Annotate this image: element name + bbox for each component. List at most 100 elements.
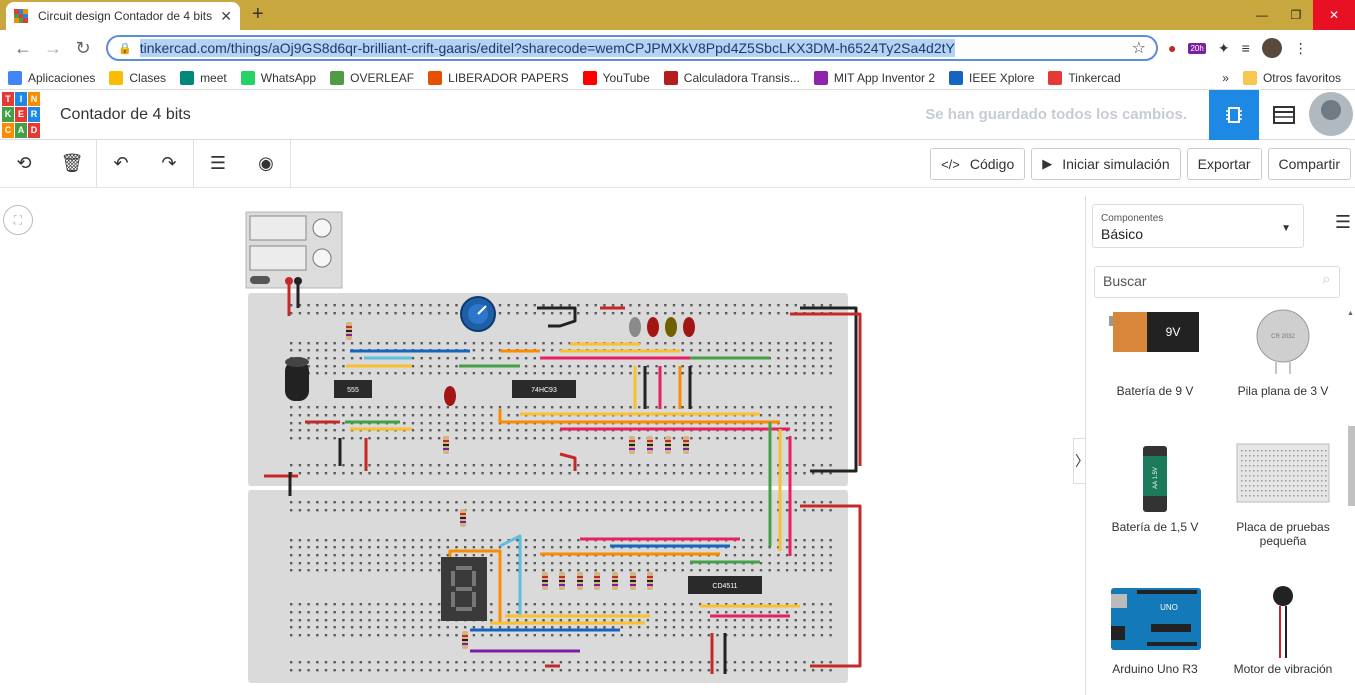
code-button[interactable]: </> Código	[930, 148, 1026, 180]
list-view-icon[interactable]: ☰	[1335, 212, 1351, 233]
bookmark-icon	[240, 70, 255, 85]
new-tab-icon[interactable]: +	[252, 3, 264, 26]
browser-tab[interactable]: Circuit design Contador de 4 bits ✕	[6, 2, 240, 30]
scrollbar-thumb[interactable]	[1348, 426, 1355, 506]
bookmark-item[interactable]: LIBERADOR PAPERS	[428, 70, 569, 85]
led-red-single[interactable]	[444, 386, 456, 406]
component-small-breadboard[interactable]: Placa de pruebas pequeña	[1228, 442, 1338, 548]
export-button[interactable]: Exportar	[1186, 148, 1262, 180]
svg-text:CR 2032: CR 2032	[1271, 334, 1295, 340]
extensions-area: ● 20h ✦ ≡ ⋮	[1168, 38, 1308, 58]
bookmark-label: Clases	[129, 70, 167, 85]
menu-kebab-icon[interactable]: ⋮	[1294, 40, 1308, 57]
extension-badge[interactable]: 20h	[1188, 42, 1206, 54]
bookmark-item[interactable]: Aplicaciones	[8, 70, 96, 85]
components-dropdown[interactable]: Componentes Básico ▼	[1092, 204, 1304, 248]
bookmark-item[interactable]: Tinkercad	[1048, 70, 1121, 85]
panel-scrollbar[interactable]: ▲	[1347, 310, 1355, 695]
power-supply[interactable]	[245, 211, 343, 289]
search-placeholder: Buscar	[1103, 273, 1147, 289]
code-label: Código	[969, 156, 1015, 172]
restore-icon[interactable]: ❐	[1279, 0, 1313, 30]
component-aa-battery[interactable]: AA 1.5V Batería de 1,5 V	[1100, 442, 1210, 534]
logo-letter: R	[28, 107, 40, 122]
app-header: TINKERCAD Contador de 4 bits Se han guar…	[0, 90, 1355, 140]
capacitor[interactable]	[285, 357, 309, 401]
logo-letter: I	[15, 91, 27, 107]
other-favorites[interactable]: Otros favoritos	[1242, 70, 1341, 85]
view-icon[interactable]: ◉	[242, 140, 290, 188]
bookmark-item[interactable]: Calculadora Transis...	[663, 70, 800, 85]
back-icon[interactable]: ←	[8, 38, 38, 59]
seven-segment-display[interactable]	[441, 557, 487, 621]
logo-letter: D	[28, 122, 40, 138]
delete-icon[interactable]: 🗑	[48, 140, 96, 188]
component-arduino-uno[interactable]: UNO Arduino Uno R3	[1100, 584, 1210, 676]
svg-text:9V: 9V	[1166, 325, 1181, 339]
user-avatar[interactable]	[1309, 92, 1353, 136]
bookmark-icon	[582, 70, 597, 85]
profile-avatar[interactable]	[1261, 38, 1282, 58]
close-tab-icon[interactable]: ✕	[220, 8, 232, 25]
arduino-image: UNO	[1100, 584, 1210, 654]
component-vibration-motor[interactable]: Motor de vibración	[1228, 584, 1338, 676]
simulate-label: Iniciar simulación	[1062, 156, 1170, 172]
logo-letter: A	[15, 122, 27, 138]
bookmark-item[interactable]: WhatsApp	[240, 70, 317, 85]
schematic-view-button[interactable]	[1259, 90, 1309, 140]
bookmark-item[interactable]: MIT App Inventor 2	[813, 70, 935, 85]
bookmark-label: WhatsApp	[260, 70, 317, 85]
window-close-icon[interactable]: ✕	[1313, 0, 1355, 30]
bookmark-label: meet	[200, 70, 227, 85]
bookmark-item[interactable]: meet	[180, 70, 227, 85]
other-favorites-label: Otros favoritos	[1262, 70, 1341, 85]
component-search-input[interactable]: Buscar ⌕	[1094, 266, 1340, 298]
puzzle-icon[interactable]: ✦	[1218, 40, 1230, 57]
tinkercad-logo[interactable]: TINKERCAD	[2, 91, 40, 138]
logo-letter: T	[2, 91, 14, 107]
ic-cd4511[interactable]: CD4511	[688, 576, 762, 594]
share-label: Compartir	[1278, 156, 1340, 172]
url-text: tinkercad.com/things/aOj9GS8d6qr-brillia…	[139, 39, 955, 57]
potentiometer[interactable]	[460, 296, 496, 332]
coin-cell-image: CR 2032	[1228, 306, 1338, 376]
breadboard-image	[1228, 442, 1338, 512]
circuit-canvas[interactable]: ⛶ 555 74HC93 CD4511	[0, 196, 1085, 695]
scroll-up-icon[interactable]: ▲	[1347, 310, 1354, 317]
bookmark-star-icon[interactable]: ☆	[1132, 38, 1146, 58]
circuit-drawing: 555 74HC93 CD4511	[245, 211, 862, 683]
bookmark-item[interactable]: Clases	[109, 70, 167, 85]
bookmark-item[interactable]: OVERLEAF	[330, 70, 414, 85]
project-title[interactable]: Contador de 4 bits	[60, 106, 191, 124]
component-label: Pila plana de 3 V	[1237, 384, 1329, 398]
bookmark-label: Calculadora Transis...	[683, 70, 800, 85]
ic-555[interactable]: 555	[334, 380, 372, 398]
redo-icon[interactable]: ↷	[145, 140, 193, 188]
rotate-icon[interactable]: ⟲	[0, 140, 48, 188]
extension-icon[interactable]: ●	[1168, 40, 1176, 56]
bookmark-item[interactable]: IEEE Xplore	[949, 70, 1034, 85]
tab-title: Circuit design Contador de 4 bits	[38, 9, 213, 23]
bookmark-label: Aplicaciones	[28, 70, 96, 85]
media-icon[interactable]: ≡	[1242, 40, 1250, 56]
minimize-icon[interactable]: —	[1245, 0, 1279, 30]
bookmarks-bar: Aplicaciones Clases meet WhatsApp OVERLEAF LI…	[0, 66, 1355, 90]
table-icon	[1273, 106, 1295, 124]
bookmarks-more-icon[interactable]: »	[1222, 71, 1229, 85]
toolbar-divider	[290, 139, 291, 188]
notes-icon[interactable]: ☰	[194, 140, 242, 188]
start-simulation-button[interactable]: ▶ Iniciar simulación	[1031, 148, 1181, 180]
ic-74hc93[interactable]: 74HC93	[512, 380, 576, 398]
bookmark-item[interactable]: YouTube	[582, 70, 650, 85]
bookmark-icon	[330, 70, 345, 85]
url-input[interactable]: 🔒 tinkercad.com/things/aOj9GS8d6qr-brill…	[106, 35, 1158, 61]
component-coin-cell[interactable]: CR 2032 Pila plana de 3 V	[1228, 306, 1338, 398]
circuit-view-button[interactable]	[1209, 90, 1259, 140]
reload-icon[interactable]: ↻	[68, 38, 98, 59]
share-button[interactable]: Compartir	[1267, 148, 1351, 180]
component-9v-battery[interactable]: 9V Batería de 9 V	[1100, 306, 1210, 398]
forward-icon[interactable]: →	[38, 38, 68, 59]
play-icon: ▶	[1042, 156, 1053, 171]
undo-icon[interactable]: ↶	[97, 140, 145, 188]
components-label: Componentes	[1101, 213, 1164, 224]
